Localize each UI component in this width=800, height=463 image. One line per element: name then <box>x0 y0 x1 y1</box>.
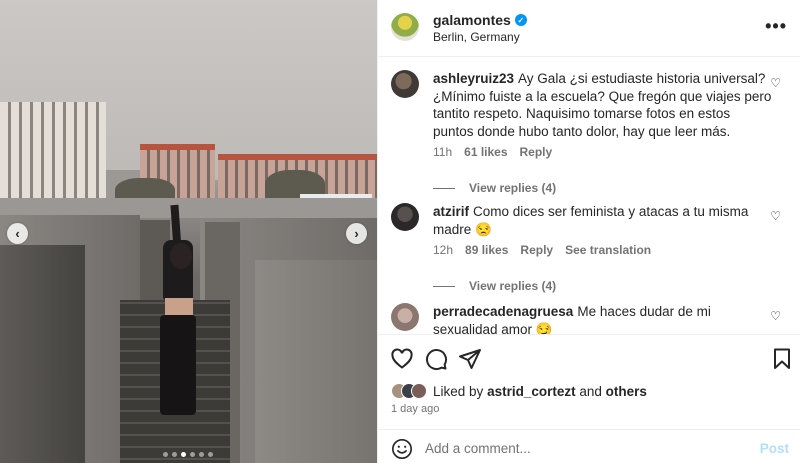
save-bookmark-icon[interactable] <box>770 347 794 371</box>
post-side-panel: galamontes ✓ Berlin, Germany ••• ashleyr… <box>377 0 800 463</box>
verified-badge-icon: ✓ <box>514 14 527 26</box>
carousel-dot <box>181 452 186 457</box>
post-location[interactable]: Berlin, Germany <box>433 30 520 44</box>
comment-like-heart-icon[interactable]: ♡ <box>770 209 781 223</box>
comment-meta: 11h 61 likes Reply <box>433 144 773 162</box>
comment-username[interactable]: atzirif <box>433 204 469 219</box>
liker-avatars <box>391 383 427 399</box>
view-replies-label: View replies (4) <box>469 278 557 293</box>
replies-divider <box>433 285 455 287</box>
comment-icon[interactable] <box>424 347 448 371</box>
photo-building <box>0 102 106 198</box>
liked-by-prefix: Liked by <box>433 383 484 399</box>
share-icon[interactable] <box>458 347 482 371</box>
comment-body: atzirif Como dices ser feminista y atacas… <box>433 203 773 295</box>
comment-username[interactable]: ashleyruiz23 <box>433 71 514 86</box>
chevron-right-icon: › <box>354 226 359 241</box>
commenter-avatar[interactable] <box>391 303 419 331</box>
author-avatar[interactable] <box>391 13 419 41</box>
comment-like-heart-icon[interactable]: ♡ <box>770 309 781 323</box>
comment-time: 11h <box>433 145 453 159</box>
emoji-icon[interactable] <box>391 438 413 460</box>
liker-avatar <box>411 383 427 399</box>
author-username[interactable]: galamontes <box>433 12 511 28</box>
person-legs <box>160 315 196 415</box>
replies-divider <box>433 187 455 189</box>
memorial-slab <box>0 245 85 463</box>
more-icon[interactable]: ••• <box>765 16 787 37</box>
comment-likes[interactable]: 89 likes <box>465 242 508 260</box>
liked-by-text: Liked by astrid_cortezt and others <box>433 384 647 399</box>
carousel-dots <box>163 452 213 457</box>
commenter-avatar[interactable] <box>391 70 419 98</box>
comments-list[interactable]: ashleyruiz23 Ay Gala ¿si estudiaste histo… <box>378 58 800 334</box>
comment-likes[interactable]: 61 likes <box>464 144 507 162</box>
post-button[interactable]: Post <box>760 441 789 456</box>
post-header: galamontes ✓ Berlin, Germany ••• <box>378 0 800 57</box>
memorial-slab <box>255 260 377 463</box>
person-head <box>170 243 192 269</box>
liked-by-others[interactable]: others <box>606 384 647 399</box>
comment-body: ashleyruiz23 Ay Gala ¿si estudiaste histo… <box>433 70 773 197</box>
carousel-dot <box>199 452 204 457</box>
carousel-dot <box>208 452 213 457</box>
liked-by-user[interactable]: astrid_cortezt <box>487 384 576 399</box>
carousel-dot <box>190 452 195 457</box>
see-translation-button[interactable]: See translation <box>565 242 651 260</box>
reply-button[interactable]: Reply <box>520 242 553 260</box>
comment-like-heart-icon[interactable]: ♡ <box>770 76 781 90</box>
commenter-avatar[interactable] <box>391 203 419 231</box>
photo-roof <box>218 154 377 160</box>
view-replies-button[interactable]: View replies (4) <box>433 278 773 296</box>
next-photo-button[interactable]: › <box>346 223 367 244</box>
comment-input[interactable] <box>425 437 745 459</box>
comment-meta: 12h 89 likes Reply See translation <box>433 242 773 260</box>
carousel-dot <box>172 452 177 457</box>
comment-username[interactable]: perradecadenagruesa <box>433 304 573 319</box>
view-replies-label: View replies (4) <box>469 180 557 195</box>
like-heart-icon[interactable] <box>390 347 414 371</box>
post-photo[interactable]: ‹ › <box>0 0 377 463</box>
comment-text: Como dices ser feminista y atacas a tu m… <box>433 204 749 237</box>
post-actions: Liked by astrid_cortezt and others 1 day… <box>378 334 800 429</box>
comment-time: 12h <box>433 243 454 257</box>
add-comment-bar: Post <box>378 429 800 463</box>
person-midriff <box>165 298 193 316</box>
reply-button[interactable]: Reply <box>520 144 553 162</box>
photo-roof <box>140 144 215 150</box>
liked-by-and: and <box>579 383 602 399</box>
carousel-dot <box>163 452 168 457</box>
view-replies-button[interactable]: View replies (4) <box>433 180 773 198</box>
liked-by-row: Liked by astrid_cortezt and others <box>391 383 647 399</box>
comment-body: perradecadenagruesa Me haces dudar de mi … <box>433 303 773 334</box>
post-time: 1 day ago <box>391 403 440 415</box>
prev-photo-button[interactable]: ‹ <box>7 223 28 244</box>
chevron-left-icon: ‹ <box>15 226 20 241</box>
author-name-row: galamontes ✓ <box>433 12 527 28</box>
